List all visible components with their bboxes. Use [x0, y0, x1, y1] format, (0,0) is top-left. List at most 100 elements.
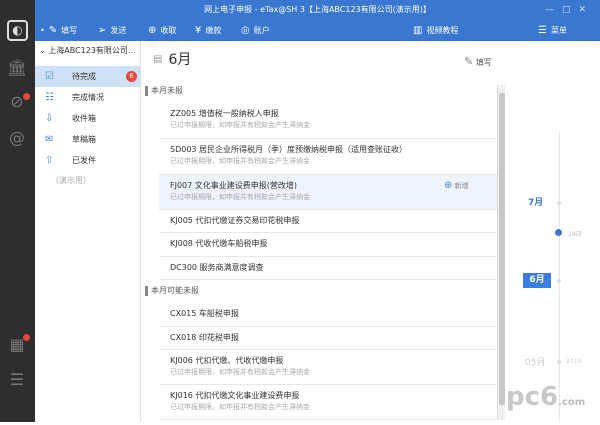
toolbar-label: 收取 — [160, 26, 177, 35]
plus-circle-icon: ⊕ — [444, 180, 453, 191]
item-title: ZZ005 增值税一般纳税人申报 — [170, 109, 279, 118]
send-icon: ➢ — [98, 25, 107, 36]
toolbar-send-button[interactable]: ➢ 发送 — [98, 20, 126, 41]
demo-label: （演示用） — [51, 176, 91, 185]
nav-item-pending[interactable]: ☑ 待完成 6 — [35, 66, 140, 87]
company-tree-toggle[interactable]: ⌄ 上海ABC123有限公司... — [39, 45, 136, 57]
list-icon: ☷ — [45, 92, 54, 103]
toolbar-label: 账户 — [253, 26, 270, 35]
toolbar-label: 发送 — [110, 26, 127, 35]
nav-label: 收件箱 — [72, 114, 96, 123]
film-icon: ▥ — [413, 25, 423, 36]
timeline-current-dot — [555, 229, 562, 236]
title-bar: 网上电子申报 - eTax@SH 3【上海ABC123有限公司(演示用)】 — [35, 0, 600, 20]
app-logo-icon: ◐ — [7, 20, 28, 41]
mail-icon[interactable]: @ — [6, 127, 28, 149]
inbox-icon: ⇩ — [45, 113, 54, 124]
timeline-day: 19日 — [568, 231, 582, 238]
calendar-icon: ▤ — [153, 53, 163, 65]
download-icon: ⊕ — [148, 25, 157, 36]
item-subtitle: 已过申报期限，如申报并有税款会产生滞纳金 — [170, 368, 310, 376]
nav-label: 已发件 — [72, 156, 96, 165]
nav-item-inbox[interactable]: ⇩ 收件箱 — [35, 108, 140, 129]
apps-grid-icon[interactable]: ▦ — [6, 334, 30, 356]
user-icon: ◎ — [241, 25, 250, 36]
item-subtitle: 已过申报期限，如申报并有税款会产生滞纳金 — [170, 193, 310, 201]
bank-icon[interactable]: 🏛 — [6, 57, 28, 79]
item-title: KJ016 代扣代缴文化事业建设费申报 — [170, 391, 300, 400]
hamburger-icon: ☰ — [538, 25, 547, 36]
nav-item-sent[interactable]: ⇧ 已发件 — [35, 150, 140, 171]
timeline-dot — [557, 279, 561, 283]
notification-dot — [23, 93, 30, 100]
list-item[interactable]: DC300 服务商满意度调查 — [159, 257, 497, 280]
add-label: 新增 — [454, 182, 469, 190]
timeline-year: 2019 — [566, 358, 582, 365]
minimize-button[interactable]: — — [545, 5, 562, 15]
toolbar-pay-button[interactable]: ¥ 缴款 — [195, 20, 221, 41]
toolbar-receive-button[interactable]: ⊕ 收取 — [148, 20, 176, 41]
maximize-button[interactable]: □ — [562, 5, 579, 15]
watermark-logo: pc6.com — [506, 382, 586, 412]
draft-icon: ✉ — [45, 134, 54, 145]
list-item[interactable]: CX015 车船税申报 — [159, 303, 497, 327]
item-title: SD003 居民企业所得税月（季）度预缴纳税申报（适用查账征收） — [170, 145, 408, 154]
scrollbar-thumb[interactable] — [499, 93, 505, 405]
item-subtitle: 已过申报期限，如申报并有税款会产生滞纳金 — [170, 157, 310, 165]
fill-button[interactable]: ✎ 填写 — [464, 55, 492, 68]
item-title: KJ008 代收代缴车船税申报 — [170, 239, 268, 248]
toolbar: • ✎ 填写 ➢ 发送 ⊕ 收取 ¥ 缴款 ◎ 账户 ▥ 视频教程 ☰ 菜单 — [35, 20, 600, 41]
nav-label: 完成情况 — [72, 93, 104, 102]
section-header: 本月可能未报 — [145, 286, 199, 296]
scrollbar[interactable] — [497, 85, 505, 420]
month-header: ▤ 6月 — [153, 49, 191, 69]
nav-item-drafts[interactable]: ✉ 草稿箱 — [35, 129, 140, 150]
list-item[interactable]: KJ005 代扣代缴证券交易印花税申报 — [159, 210, 497, 233]
timeline-month-july[interactable]: 7月 — [528, 195, 543, 208]
window-controls: —□✕ — [545, 0, 594, 20]
item-title: CX015 车船税申报 — [170, 309, 239, 318]
toolbar-fill-button[interactable]: • ✎ 填写 — [40, 20, 77, 41]
toolbar-account-button[interactable]: ◎ 账户 — [241, 20, 270, 41]
nav-label: 草稿箱 — [72, 135, 96, 144]
menu-button[interactable]: ☰ 菜单 — [538, 20, 567, 41]
toolbar-label: 缴款 — [205, 26, 222, 35]
timeline-dot — [557, 201, 561, 205]
list-item[interactable]: SD003 居民企业所得税月（季）度预缴纳税申报（适用查账征收） 已过申报期限，如… — [159, 139, 497, 175]
nav-item-status[interactable]: ☷ 完成情况 — [35, 87, 140, 108]
main-content: ▤ 6月 ✎ 填写 本月未报 ZZ005 增值税一般纳税人申报 已过申报期限，如申报… — [141, 41, 600, 422]
toolbar-label: 视频教程 — [426, 26, 459, 35]
add-button[interactable]: ⊕ 新增 — [444, 180, 469, 191]
page-title: 6月 — [168, 52, 192, 68]
item-title: KJ006 代扣代缴、代收代缴申报 — [170, 356, 284, 365]
chevron-down-icon: ⌄ — [39, 46, 49, 55]
fill-label: 填写 — [475, 58, 492, 67]
video-tutorial-button[interactable]: ▥ 视频教程 — [413, 20, 458, 41]
list-item[interactable]: KJ008 代收代缴车船税申报 — [159, 233, 497, 257]
list-icon[interactable]: ☰ — [6, 369, 28, 391]
list-item[interactable]: ZZ005 增值税一般纳税人申报已过申报期限，如申报并有税款会产生滞纳金 — [159, 103, 497, 139]
item-title: KJ005 代扣代缴证券交易印花税申报 — [170, 216, 300, 225]
edit-icon: ✎ — [464, 55, 474, 68]
company-name: 上海ABC123有限公司... — [48, 46, 136, 55]
nav-label: 待完成 — [72, 72, 96, 81]
list-item[interactable]: CX018 印花税申报 — [159, 327, 497, 350]
notification-dot — [23, 334, 30, 341]
item-subtitle: 已过申报期限，如申报并有税款会产生滞纳金 — [170, 403, 310, 411]
list-item[interactable]: KJ006 代扣代缴、代收代缴申报已过申报期限，如申报并有税款会产生滞纳金 — [159, 350, 497, 385]
timeline-month-june-selected[interactable]: 6月 — [523, 273, 551, 288]
item-subtitle: 已过申报期限，如申报并有税款会产生滞纳金 — [170, 121, 310, 129]
timeline-month-may[interactable]: 05月 — [525, 355, 545, 368]
item-title: CX018 印花税申报 — [170, 333, 239, 342]
yen-icon: ¥ — [195, 25, 202, 36]
timeline-dot — [557, 360, 561, 364]
close-button[interactable]: ✕ — [578, 5, 594, 15]
item-title: DC300 服务商满意度调查 — [170, 263, 264, 272]
list-item[interactable]: KJ016 代扣代缴文化事业建设费申报已过申报期限，如申报并有税款会产生滞纳金 — [159, 385, 497, 420]
list-item[interactable]: FJ007 文化事业建设费申报(营改增) 已过申报期限，如申报并有税款会产生滞纳金… — [159, 175, 497, 210]
pending-count-badge: 6 — [126, 71, 137, 82]
compass-icon[interactable]: ⊘ — [6, 91, 30, 113]
left-app-strip: ◐ 🏛 ⊘ @ ▦ ☰ — [0, 0, 35, 422]
nav-panel: ⌄ 上海ABC123有限公司... ☑ 待完成 6 ☷ 完成情况 ⇩ 收件箱 ✉ 草稿箱 … — [35, 41, 141, 422]
upload-icon: ⇧ — [45, 155, 54, 166]
